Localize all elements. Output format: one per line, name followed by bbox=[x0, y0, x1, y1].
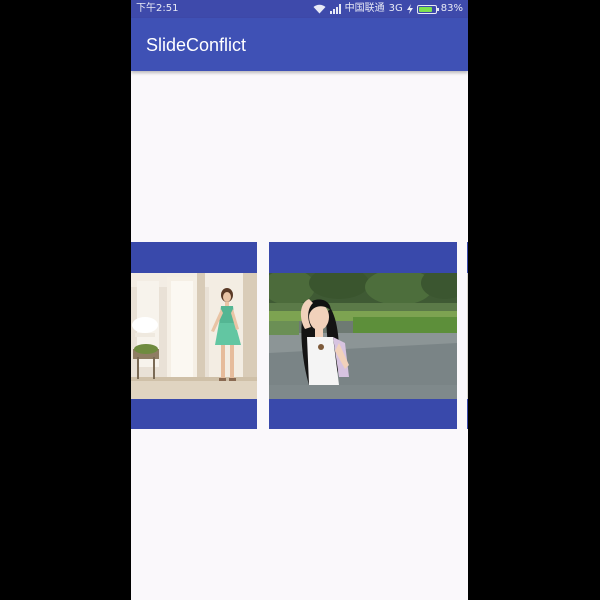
partial-next-page-photo bbox=[467, 273, 468, 399]
app-title: SlideConflict bbox=[146, 35, 247, 55]
pager-page-1[interactable] bbox=[131, 242, 257, 429]
battery-icon bbox=[416, 4, 439, 14]
battery-level-fill bbox=[418, 6, 432, 12]
status-indicators: 中国联通 3G 83% bbox=[313, 3, 463, 15]
signal-icon bbox=[329, 4, 341, 14]
pager-page-3[interactable] bbox=[467, 242, 468, 429]
network-type: 3G bbox=[388, 3, 403, 14]
image-pager[interactable] bbox=[131, 242, 468, 429]
status-time: 下午2:51 bbox=[136, 3, 179, 14]
status-bar: 下午2:51 中国联通 3G 83% bbox=[131, 0, 468, 18]
charging-bolt-icon bbox=[406, 4, 413, 14]
girl-white-top-park-photo bbox=[269, 273, 457, 399]
wifi-icon bbox=[313, 4, 326, 14]
phone-screen: 下午2:51 中国联通 3G 83% SlideConflict bbox=[131, 0, 468, 600]
girl-green-dress-photo bbox=[131, 273, 257, 399]
battery-percent: 83% bbox=[440, 3, 463, 14]
pager-page-2[interactable] bbox=[269, 242, 457, 429]
carrier-name: 中国联通 bbox=[344, 3, 385, 14]
app-bar: SlideConflict bbox=[131, 18, 468, 71]
battery-cap bbox=[436, 7, 439, 11]
